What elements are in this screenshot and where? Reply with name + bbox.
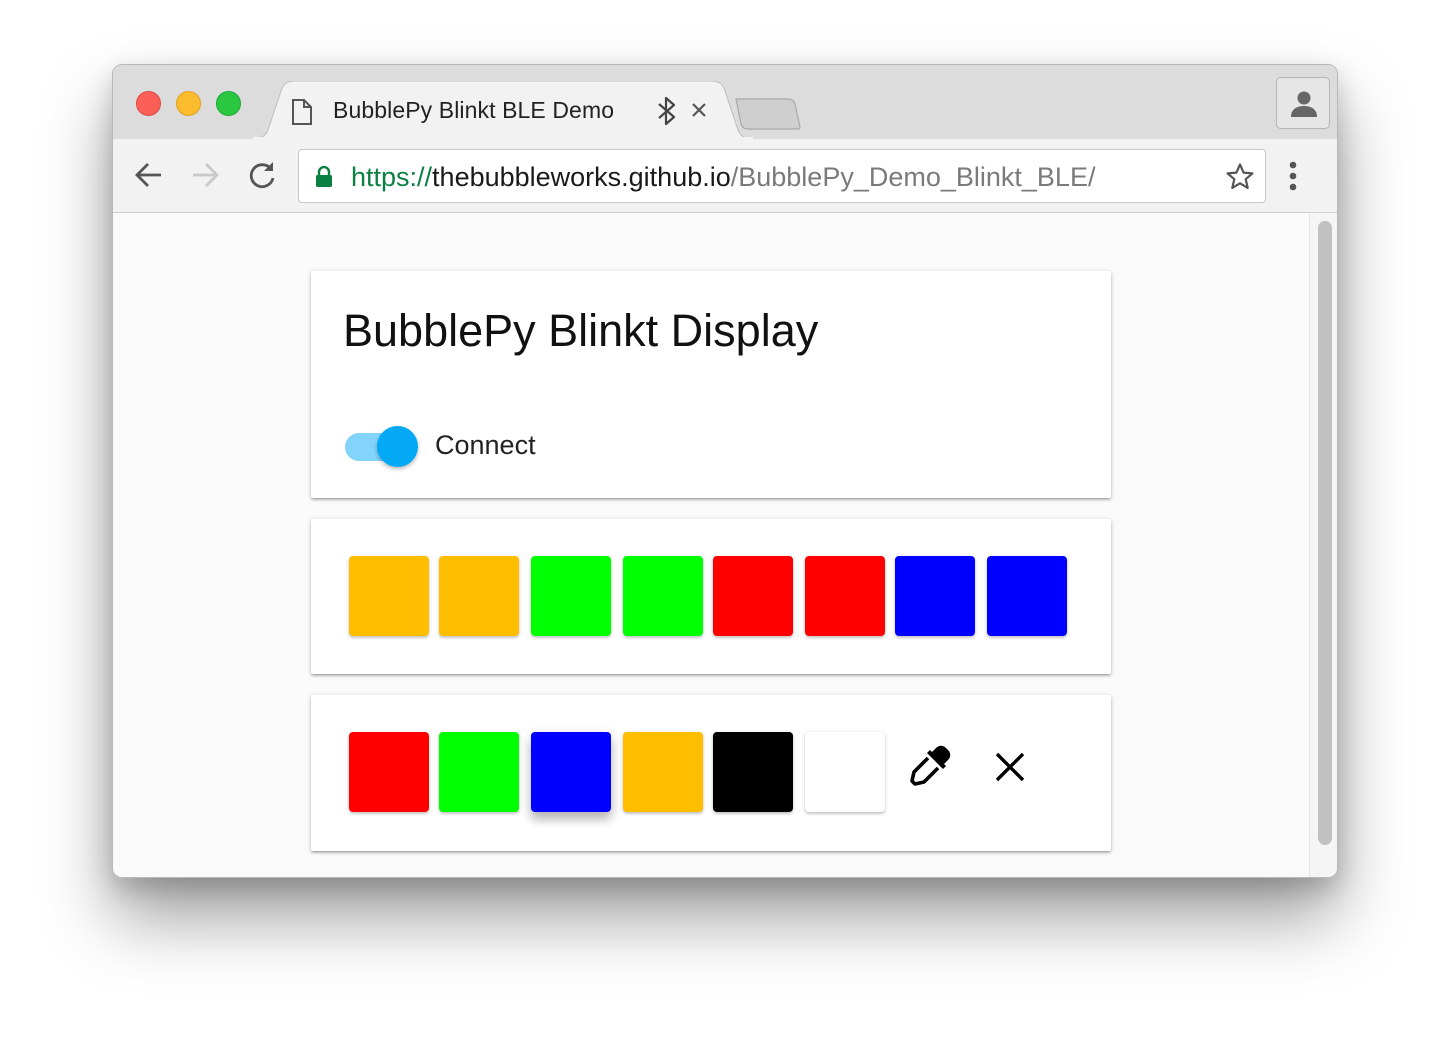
led-5[interactable]	[713, 556, 793, 636]
led-strip-card	[311, 519, 1111, 674]
led-8[interactable]	[987, 556, 1067, 636]
document-icon	[292, 99, 312, 125]
scrollbar[interactable]	[1309, 213, 1337, 877]
window-maximize-button[interactable]	[216, 91, 241, 116]
palette-swatch-red[interactable]	[349, 732, 429, 812]
browser-window: BubblePy Blinkt BLE Demo https://thebubb…	[112, 64, 1338, 878]
address-bar[interactable]: https://thebubbleworks.github.io/BubbleP…	[298, 149, 1266, 203]
url-host: thebubbleworks.github.io	[432, 162, 731, 192]
connect-label: Connect	[435, 430, 536, 460]
more-vert-icon[interactable]	[1289, 161, 1297, 191]
tab-title: BubblePy Blinkt BLE Demo	[333, 97, 615, 123]
palette-swatch-blue[interactable]	[531, 732, 611, 812]
connect-toggle[interactable]	[345, 424, 419, 468]
back-arrow-icon[interactable]	[133, 159, 165, 191]
forward-arrow-icon[interactable]	[189, 159, 221, 191]
palette-swatch-amber[interactable]	[623, 732, 703, 812]
led-3[interactable]	[531, 556, 611, 636]
tab-close-icon[interactable]	[690, 101, 708, 119]
palette-swatch-white[interactable]	[805, 732, 885, 812]
palette-card	[311, 695, 1111, 851]
url-text: https://thebubbleworks.github.io/BubbleP…	[351, 162, 1095, 193]
profile-button[interactable]	[1276, 77, 1330, 129]
browser-tab[interactable]: BubblePy Blinkt BLE Demo	[253, 81, 753, 139]
window-minimize-button[interactable]	[176, 91, 201, 116]
tab-strip: BubblePy Blinkt BLE Demo	[113, 65, 1337, 139]
lock-icon	[316, 166, 332, 187]
led-2[interactable]	[439, 556, 519, 636]
header-card: BubblePy Blinkt Display Connect	[311, 271, 1111, 498]
bluetooth-icon	[658, 96, 676, 126]
page-content: BubblePy Blinkt Display Connect	[113, 213, 1337, 877]
url-path: /BubblePy_Demo_Blinkt_BLE/	[730, 162, 1096, 192]
palette-swatch-green[interactable]	[439, 732, 519, 812]
led-4[interactable]	[623, 556, 703, 636]
star-icon[interactable]	[1225, 162, 1255, 192]
page-title: BubblePy Blinkt Display	[343, 305, 819, 356]
scrollbar-thumb[interactable]	[1318, 221, 1332, 845]
led-6[interactable]	[805, 556, 885, 636]
clear-icon[interactable]	[994, 751, 1026, 783]
browser-toolbar: https://thebubbleworks.github.io/BubbleP…	[113, 139, 1337, 213]
toggle-thumb	[377, 426, 418, 467]
eyedropper-icon[interactable]	[909, 745, 951, 787]
led-7[interactable]	[895, 556, 975, 636]
led-1[interactable]	[349, 556, 429, 636]
window-close-button[interactable]	[136, 91, 161, 116]
reload-icon[interactable]	[246, 159, 278, 191]
profile-icon	[1291, 91, 1317, 117]
palette-swatch-black[interactable]	[713, 732, 793, 812]
url-scheme: https://	[351, 162, 433, 192]
new-tab-button[interactable]	[734, 97, 802, 131]
